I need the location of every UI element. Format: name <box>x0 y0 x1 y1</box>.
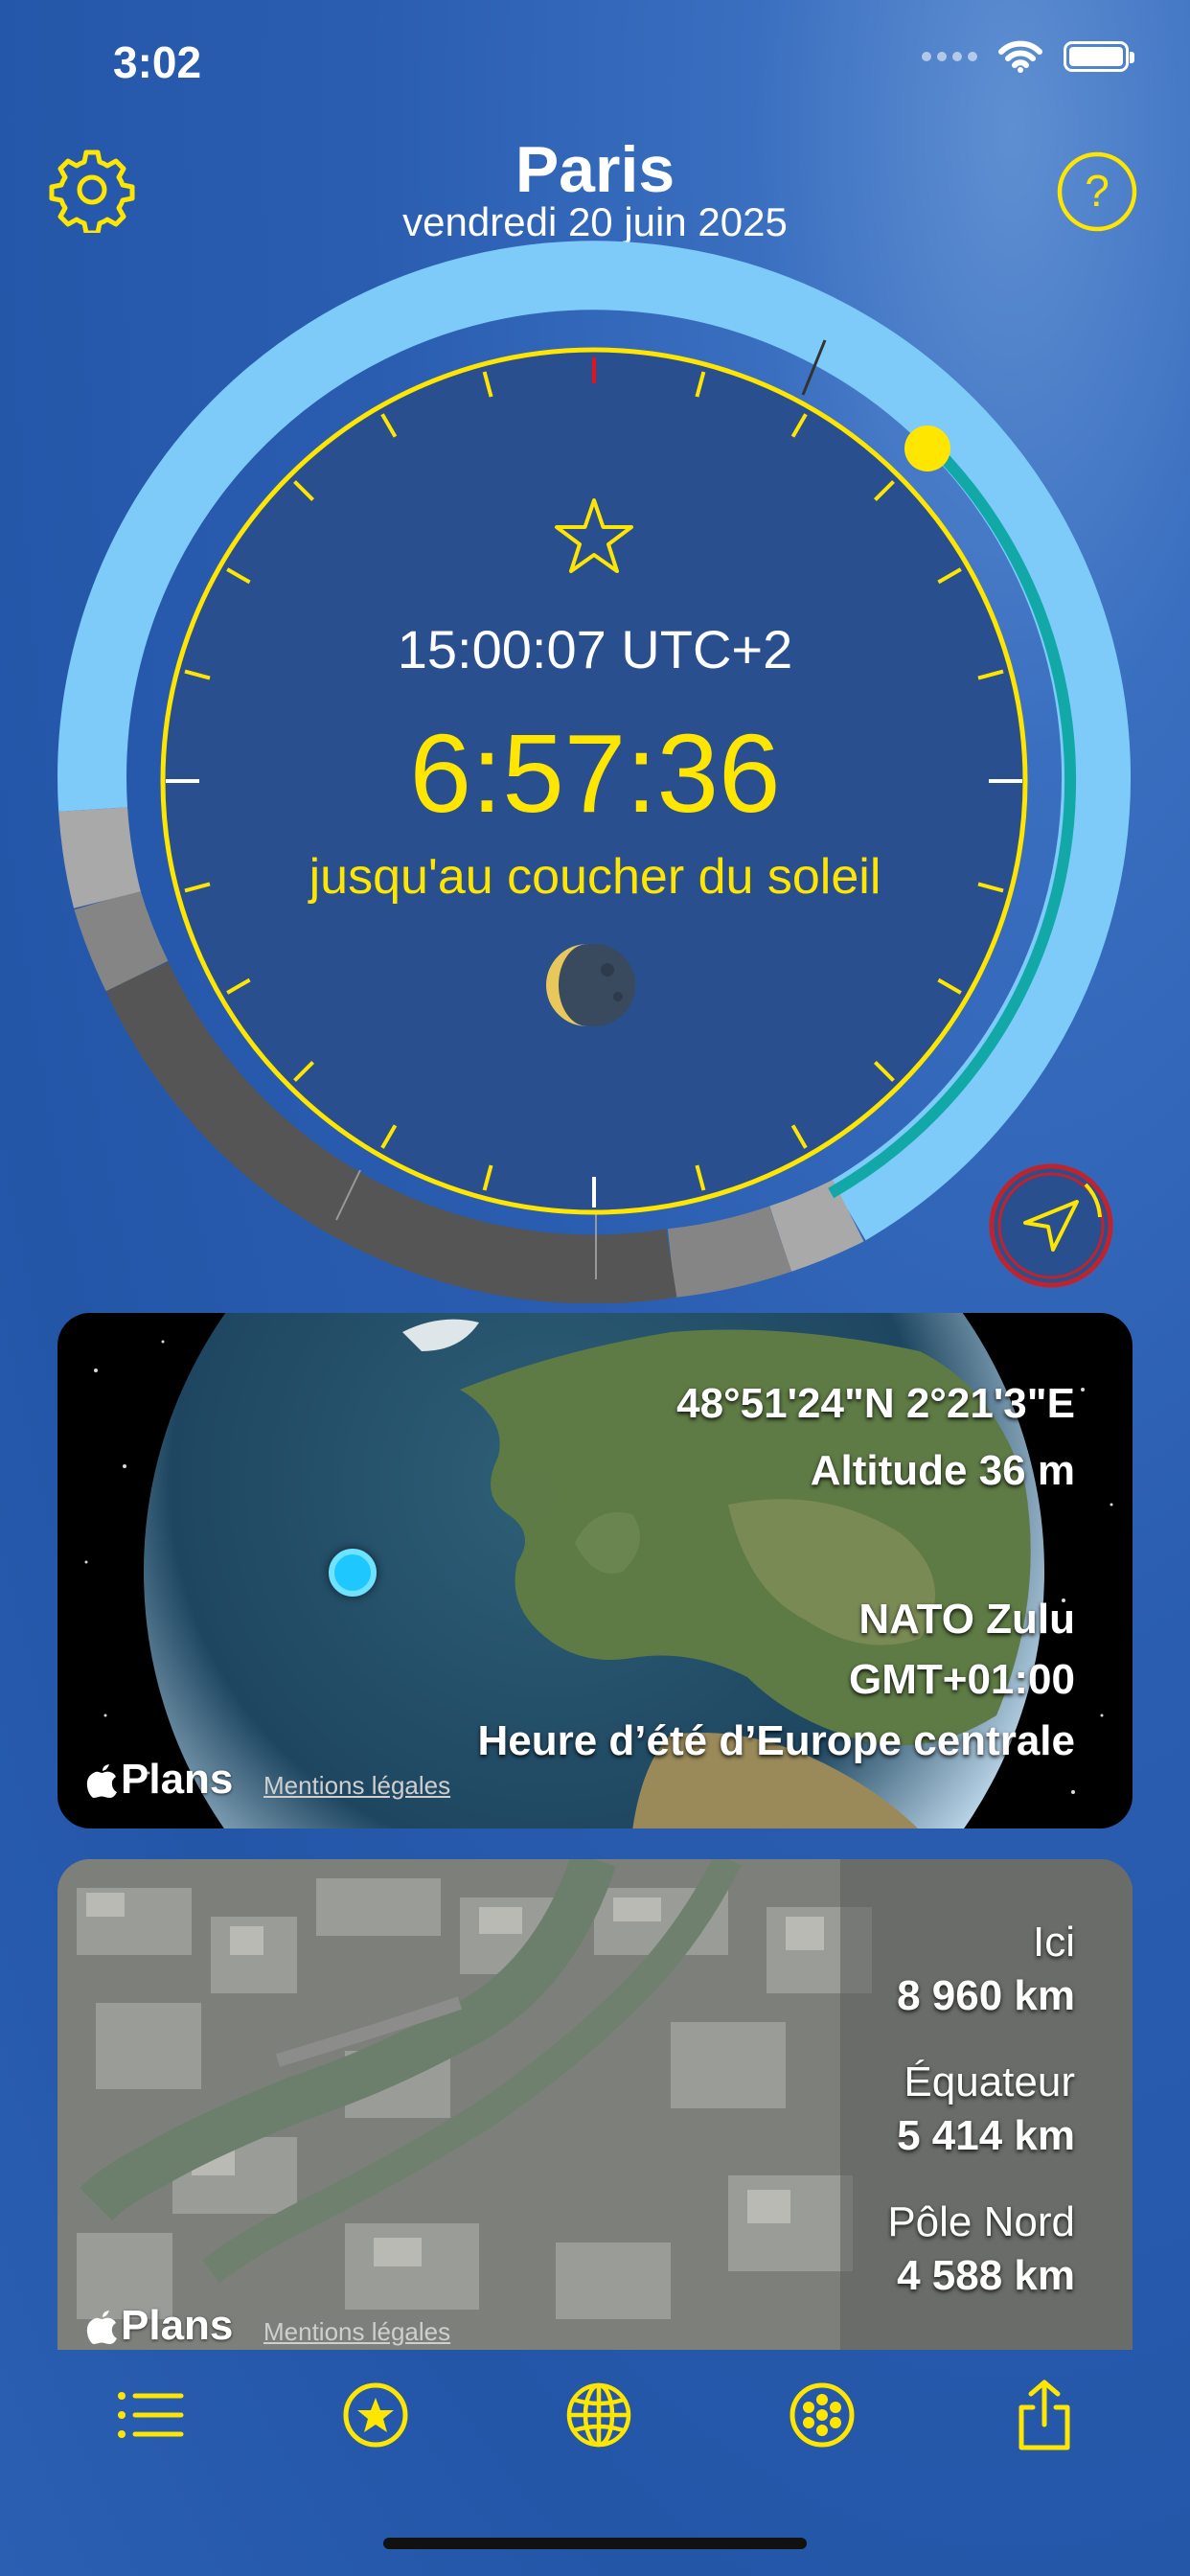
countdown-label: jusqu'au coucher du soleil <box>309 849 881 905</box>
legal-link[interactable]: Mentions légales <box>263 2317 450 2347</box>
apple-icon <box>86 1764 117 1798</box>
tab-list[interactable] <box>107 2377 194 2453</box>
globe-map-card[interactable]: 48°51'24"N 2°21'3"E Altitude 36 m NATO Z… <box>57 1313 1133 1828</box>
list-icon <box>118 2392 184 2438</box>
apple-icon <box>86 2311 117 2344</box>
globe-icon <box>566 2382 631 2448</box>
location-arrow-icon <box>989 1163 1113 1288</box>
coordinates: 48°51'24"N 2°21'3"E <box>676 1380 1075 1427</box>
maps-brand: Plans <box>121 2302 234 2349</box>
here-distance: 8 960 km <box>897 1972 1075 2019</box>
legal-link[interactable]: Mentions légales <box>263 1771 450 1801</box>
location-button[interactable] <box>987 1162 1115 1290</box>
maps-brand: Plans <box>121 1756 234 1803</box>
altitude: Altitude 36 m <box>810 1447 1075 1494</box>
city-map-card[interactable]: Ici 8 960 km Équateur 5 414 km Pôle Nord… <box>57 1859 1133 2350</box>
local-time: 15:00:07 UTC+2 <box>397 619 793 679</box>
tab-share[interactable] <box>1001 2377 1087 2453</box>
star-circle-icon <box>343 2382 408 2448</box>
countdown: 6:57:36 <box>409 711 781 836</box>
equator-distance: 5 414 km <box>897 2112 1075 2159</box>
tab-planets[interactable] <box>779 2377 865 2453</box>
north-pole-label: Pôle Nord <box>887 2198 1075 2245</box>
share-icon <box>1018 2380 1070 2450</box>
here-label: Ici <box>1033 1919 1075 1966</box>
twilight-arc-1 <box>768 1179 864 1272</box>
dots-circle-icon <box>790 2382 855 2448</box>
equator-label: Équateur <box>904 2058 1075 2105</box>
gmt-offset: GMT+01:00 <box>849 1656 1075 1703</box>
home-indicator[interactable] <box>383 2538 807 2549</box>
tab-globe[interactable] <box>556 2377 642 2453</box>
timezone-name: Heure d’été d’Europe centrale <box>477 1717 1075 1764</box>
moon-icon <box>546 944 635 1026</box>
sun-marker <box>904 426 950 472</box>
location-pin <box>329 1549 377 1597</box>
north-pole-distance: 4 588 km <box>897 2252 1075 2299</box>
twilight-arc-3 <box>74 889 169 992</box>
twilight-arc-2 <box>667 1206 792 1298</box>
tab-favorites[interactable] <box>332 2377 419 2453</box>
military-timezone: NATO Zulu <box>858 1596 1075 1643</box>
maps-logo: Plans <box>86 2302 233 2350</box>
maps-logo: Plans <box>86 1756 233 1804</box>
